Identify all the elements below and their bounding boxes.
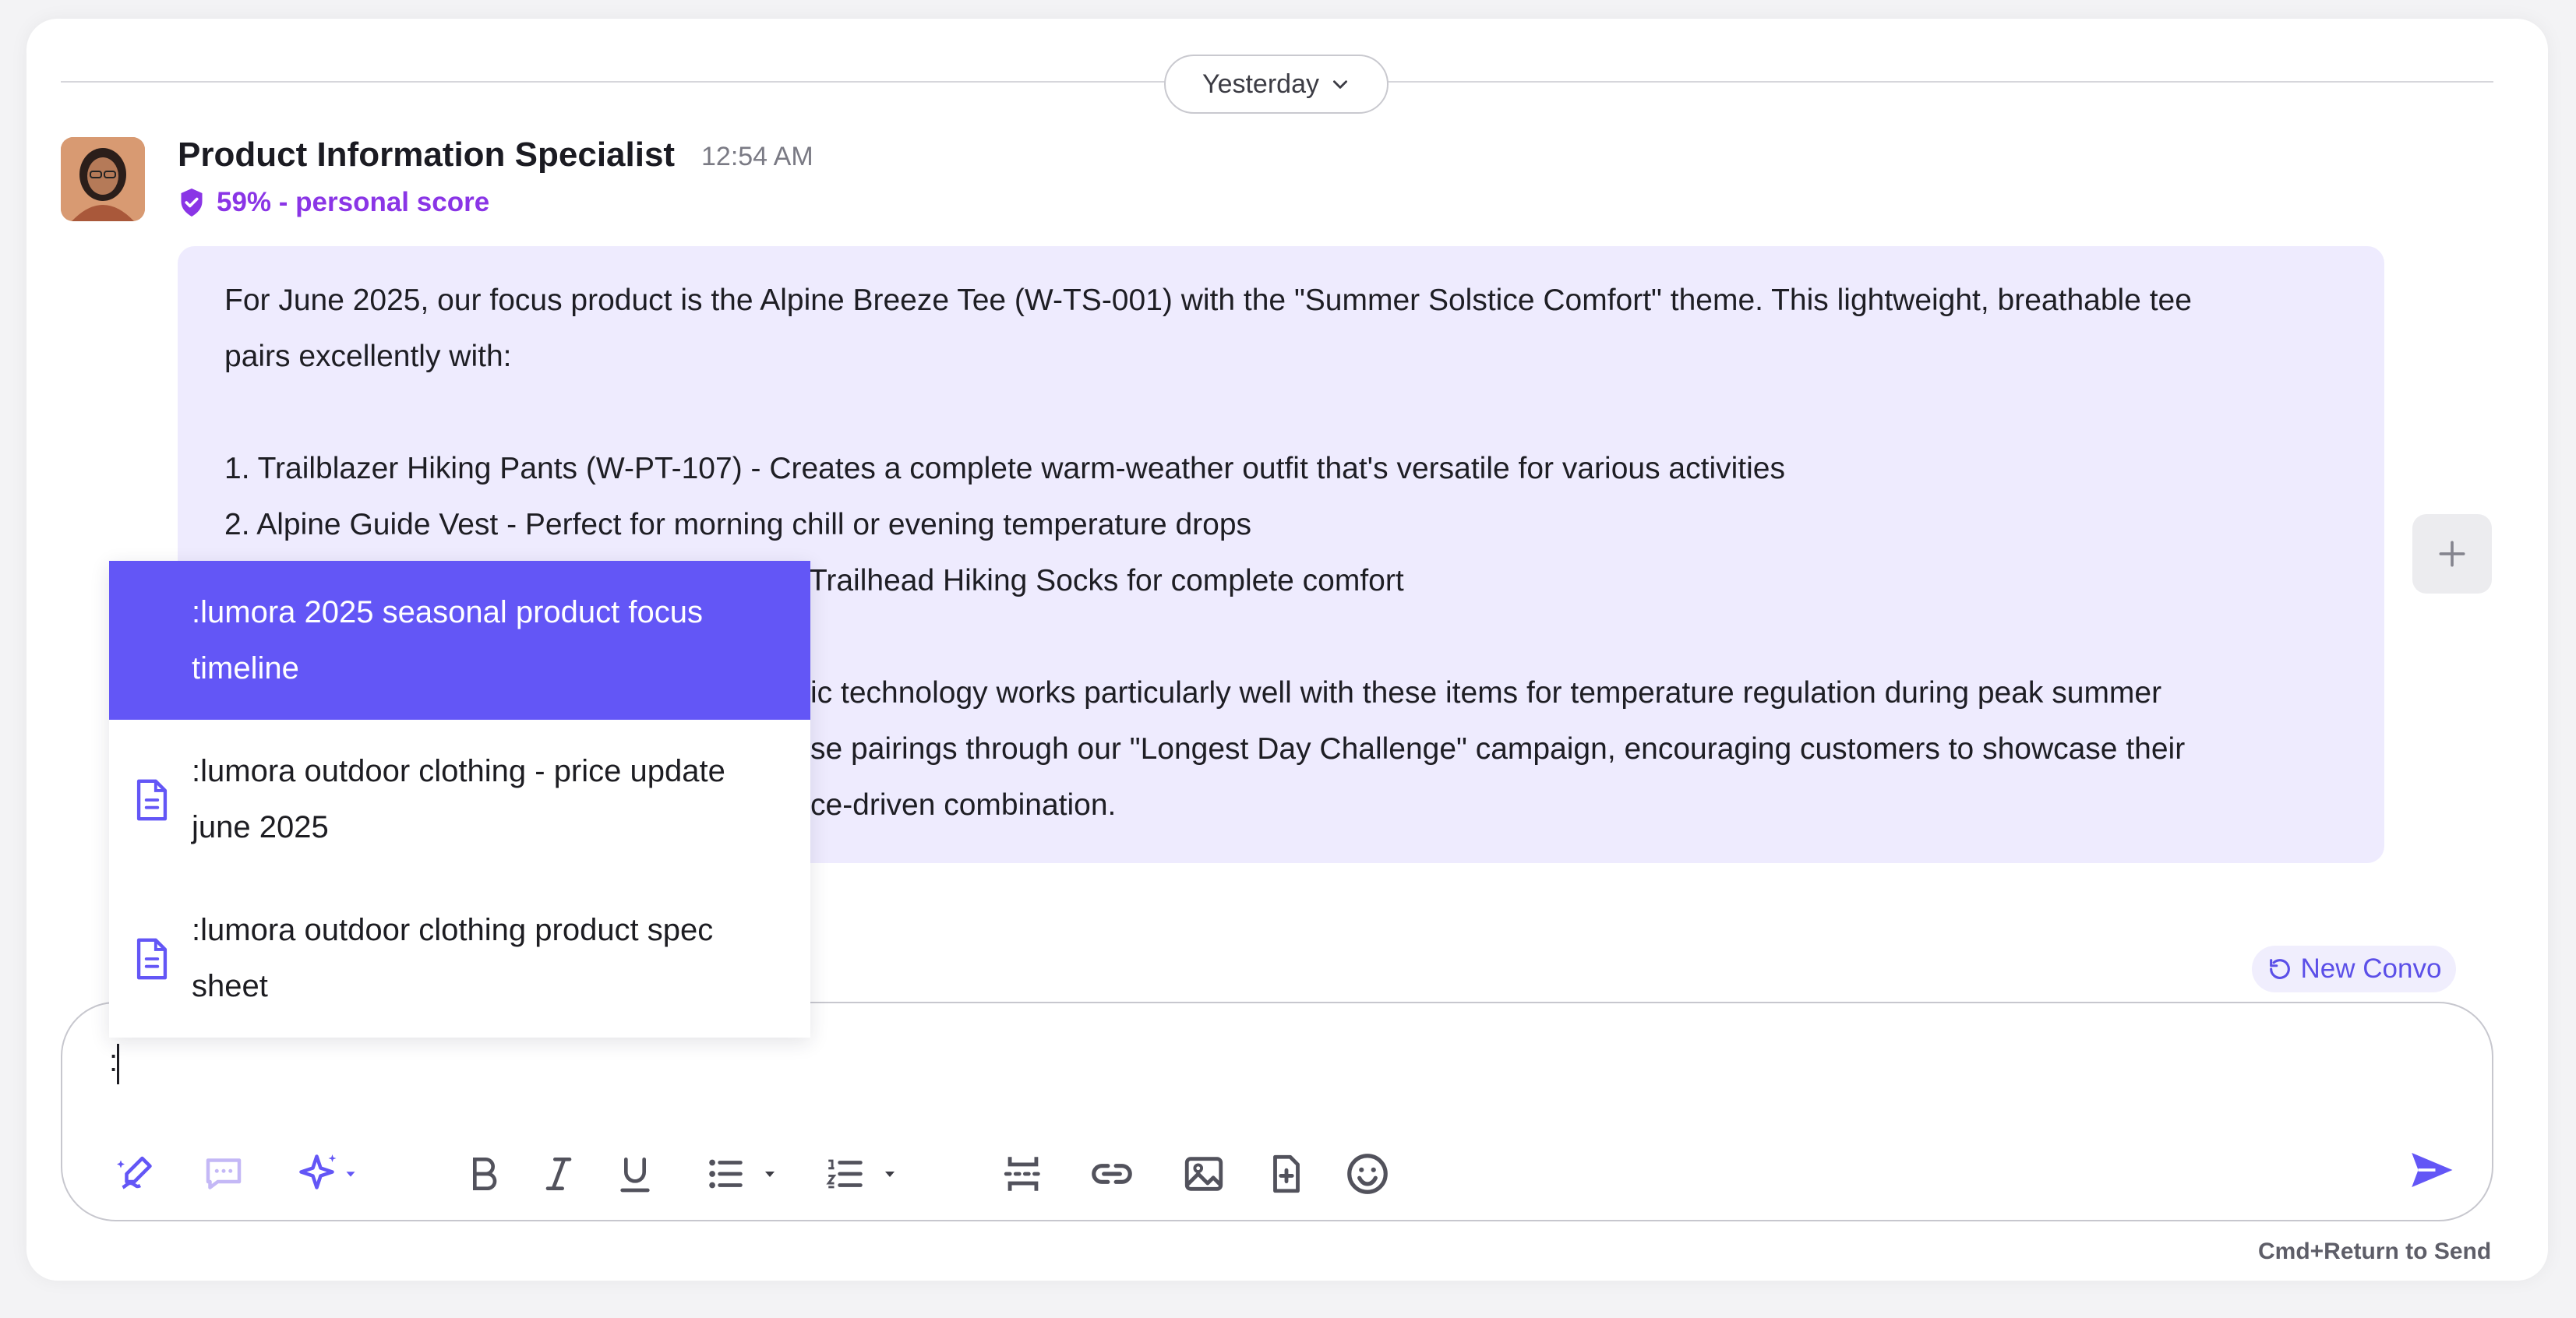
ai-write-button[interactable]	[108, 1145, 165, 1203]
ai-assist-dropdown[interactable]	[288, 1145, 366, 1203]
new-convo-label: New Convo	[2300, 953, 2442, 984]
caret-down-icon	[885, 1172, 895, 1177]
date-filter-button[interactable]: Yesterday	[1164, 55, 1389, 114]
caret-down-icon	[765, 1172, 775, 1177]
bullet-list-dropdown[interactable]	[690, 1145, 792, 1203]
underline-icon	[620, 1158, 650, 1193]
message-line: pairs excellently with:	[224, 340, 512, 373]
option-label-line: :lumora outdoor clothing - price update	[192, 754, 725, 788]
option-label-line: :lumora outdoor clothing product spec	[192, 913, 714, 947]
underline-button[interactable]	[606, 1145, 664, 1203]
italic-icon	[545, 1158, 572, 1190]
bold-icon	[473, 1158, 497, 1190]
date-label: Yesterday	[1202, 69, 1319, 99]
message-time: 12:54 AM	[701, 142, 813, 171]
bullet-list-icon	[709, 1159, 743, 1189]
send-icon	[2412, 1153, 2453, 1187]
option-label-line: sheet	[192, 969, 268, 1003]
option-label-line: :lumora 2025 seasonal product focus	[192, 595, 703, 629]
numbered-list-dropdown[interactable]	[810, 1145, 912, 1203]
image-button[interactable]	[1175, 1145, 1233, 1203]
message-line: ce-driven combination.	[810, 788, 1117, 822]
add-button[interactable]	[2412, 514, 2492, 594]
verified-shield-icon	[181, 189, 203, 217]
emoji-icon	[1347, 1154, 1388, 1194]
numbered-list-icon	[826, 1159, 863, 1189]
sender-name: Product Information Specialist	[178, 136, 676, 174]
message-line: ic technology works particularly well wi…	[810, 676, 2162, 710]
option-label-line: june 2025	[192, 810, 329, 844]
emoji-button[interactable]	[1339, 1145, 1396, 1203]
bold-button[interactable]	[455, 1145, 513, 1203]
refresh-icon	[2269, 959, 2290, 979]
message-line: 2. Alpine Guide Vest - Perfect for morni…	[224, 508, 1252, 541]
text-caret	[117, 1044, 119, 1084]
chevron-down-icon	[1332, 80, 1347, 89]
autocomplete-dropdown: :lumora 2025 seasonal product focus time…	[109, 561, 810, 1038]
comment-icon	[206, 1158, 242, 1189]
ai-write-icon	[117, 1156, 152, 1189]
file-add-icon	[1273, 1154, 1300, 1193]
caret-down-icon	[346, 1172, 355, 1177]
link-button[interactable]	[1083, 1145, 1141, 1203]
comment-button[interactable]	[195, 1145, 252, 1203]
message-line: For June 2025, our focus product is the …	[224, 284, 2192, 317]
send-button[interactable]	[2400, 1139, 2462, 1201]
message-line: se pairings through our "Longest Day Cha…	[810, 732, 2186, 766]
attach-file-button[interactable]	[1258, 1145, 1315, 1203]
new-convo-button[interactable]: New Convo	[2252, 946, 2456, 992]
document-icon	[136, 938, 168, 980]
autocomplete-option[interactable]: :lumora 2025 seasonal product focus time…	[109, 561, 810, 720]
autocomplete-option[interactable]: :lumora outdoor clothing - price update …	[109, 720, 810, 879]
italic-button[interactable]	[530, 1145, 588, 1203]
image-icon	[1184, 1157, 1223, 1191]
personal-score: 59% - personal score	[178, 187, 489, 218]
autocomplete-option[interactable]: :lumora outdoor clothing product spec sh…	[109, 879, 810, 1038]
document-icon	[136, 779, 168, 821]
avatar	[61, 137, 145, 221]
link-icon	[1092, 1164, 1132, 1184]
sparkle-icon	[299, 1154, 337, 1189]
page-break-button[interactable]	[994, 1145, 1052, 1203]
page-break-icon	[1004, 1157, 1040, 1191]
message-line: 1. Trailblazer Hiking Pants (W-PT-107) -…	[224, 452, 1785, 485]
send-shortcut-hint: Cmd+Return to Send	[2258, 1239, 2492, 1264]
score-text: 59% - personal score	[217, 187, 490, 217]
option-label-line: timeline	[192, 651, 299, 685]
message-line: Trailhead Hiking Socks for complete comf…	[809, 564, 1404, 597]
plus-icon	[2439, 541, 2465, 567]
